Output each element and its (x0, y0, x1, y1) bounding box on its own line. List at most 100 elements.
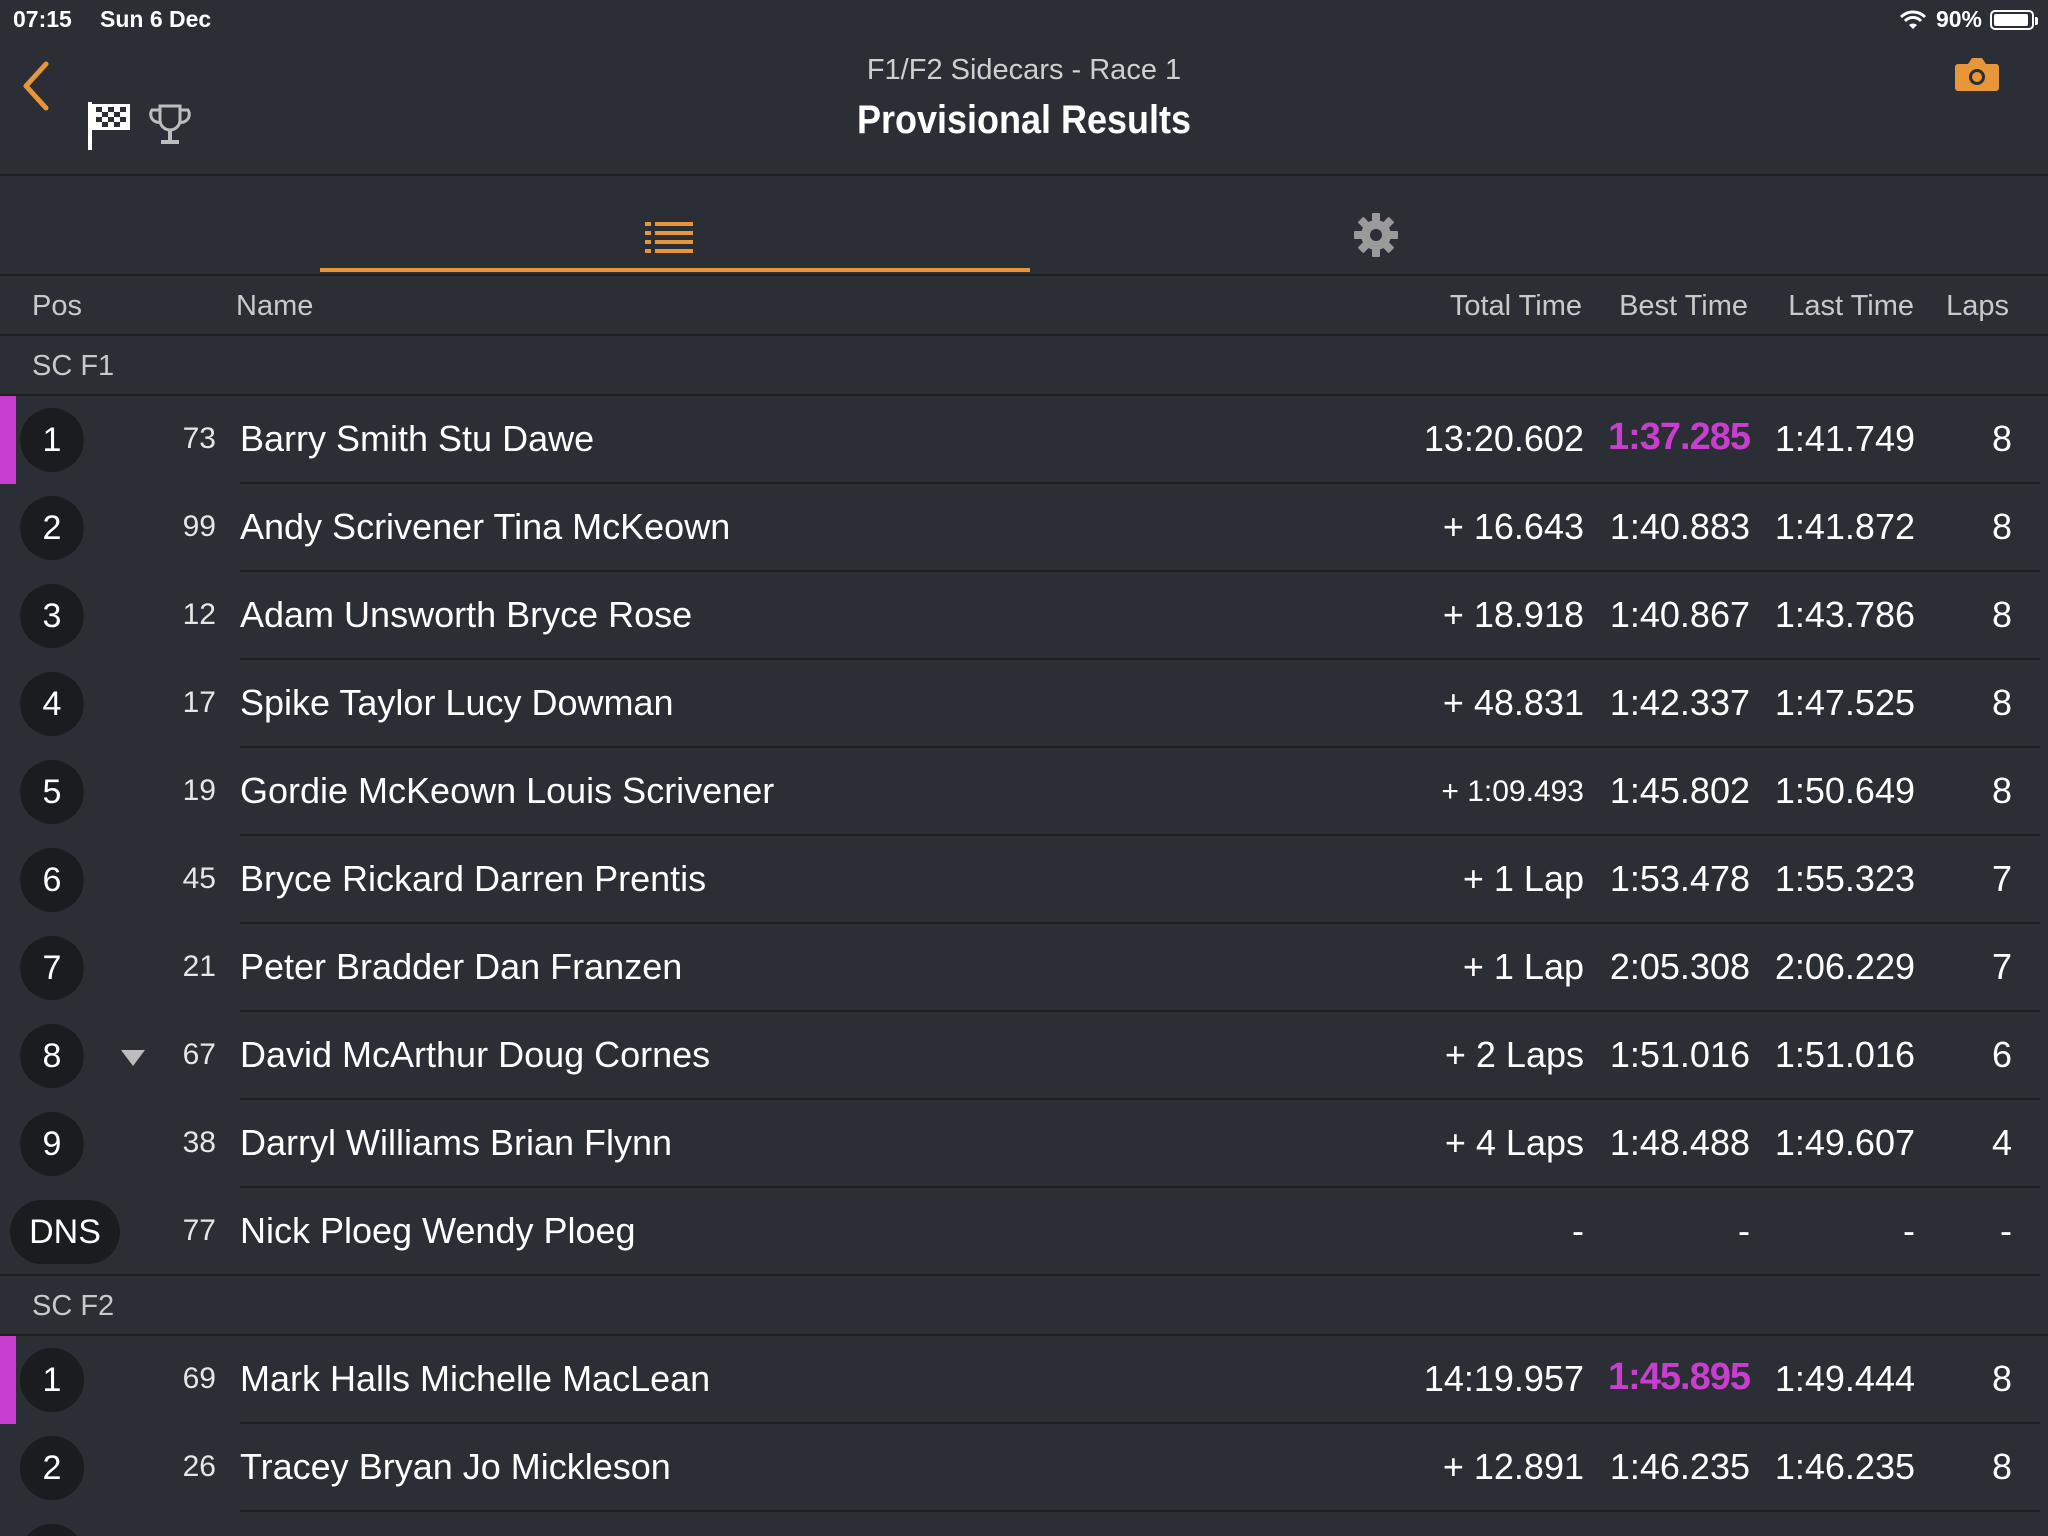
position-badge: 1 (20, 1348, 84, 1412)
car-number: 99 (182, 510, 216, 543)
car-number: 73 (182, 422, 216, 455)
status-date: Sun 6 Dec (100, 6, 212, 32)
last-time: 2:06.229 (1774, 946, 1915, 987)
last-time: - (1903, 1210, 1915, 1251)
col-pos[interactable]: Pos (32, 290, 82, 323)
result-row[interactable] (0, 1512, 2048, 1536)
result-row[interactable]: 4 17 Spike Taylor Lucy Dowman + 48.831 1… (0, 660, 2048, 748)
driver-names: Andy Scrivener Tina McKeown (240, 506, 731, 547)
car-number: 26 (182, 1450, 216, 1483)
laps: - (2000, 1210, 2012, 1251)
group-label: SC F2 (32, 1290, 115, 1322)
column-header: Pos Name Total Time Best Time Last Time … (0, 276, 2048, 336)
driver-names: David McArthur Doug Cornes (240, 1034, 711, 1075)
total-time: + 12.891 (1442, 1446, 1584, 1487)
driver-names: Spike Taylor Lucy Dowman (240, 682, 674, 723)
laps: 6 (1991, 1034, 2012, 1075)
tab-bar (0, 176, 2048, 276)
position-badge: 4 (20, 672, 84, 736)
nav-header: F1/F2 Sidecars - Race 1 Provisional Resu… (0, 40, 2048, 176)
last-time: 1:49.444 (1774, 1358, 1915, 1399)
col-laps[interactable]: Laps (1946, 290, 2009, 323)
total-time: + 1 Lap (1462, 858, 1584, 899)
laps: 8 (1991, 418, 2012, 459)
total-time: + 48.831 (1442, 682, 1584, 723)
group-header-sc-f1: SC F1 (0, 336, 2048, 396)
position-badge: 5 (20, 760, 84, 824)
car-number: 77 (182, 1214, 216, 1247)
car-number: 67 (182, 1038, 216, 1071)
result-row[interactable]: 3 12 Adam Unsworth Bryce Rose + 18.918 1… (0, 572, 2048, 660)
result-row[interactable]: DNS 77 Nick Ploeg Wendy Ploeg - - - - (0, 1188, 2048, 1276)
driver-names: Tracey Bryan Jo Mickleson (240, 1446, 671, 1487)
total-time: + 1 Lap (1462, 946, 1584, 987)
best-time: 1:42.337 (1609, 682, 1750, 723)
result-row[interactable]: 9 38 Darryl Williams Brian Flynn + 4 Lap… (0, 1100, 2048, 1188)
tab-results-list[interactable] (320, 176, 1030, 274)
driver-names: Peter Bradder Dan Franzen (240, 946, 683, 987)
page-title: Provisional Results (856, 98, 1192, 142)
laps: 7 (1991, 858, 2012, 899)
position-badge: 2 (20, 496, 84, 560)
laps: 8 (1991, 682, 2012, 723)
best-time: 1:51.016 (1609, 1034, 1750, 1075)
result-row[interactable]: 7 21 Peter Bradder Dan Franzen + 1 Lap 2… (0, 924, 2048, 1012)
gear-icon (1354, 213, 1398, 257)
battery-percent: 90% (1935, 6, 1982, 32)
col-last-time[interactable]: Last Time (1788, 290, 1914, 323)
best-time: 1:45.895 (1607, 1356, 1751, 1398)
total-time: + 2 Laps (1444, 1034, 1584, 1075)
car-number: 21 (182, 950, 216, 983)
race-subtitle: F1/F2 Sidecars - Race 1 (866, 54, 1182, 86)
last-time: 1:46.235 (1774, 1446, 1915, 1487)
total-time: + 18.918 (1442, 594, 1584, 635)
status-time: 07:15 (13, 6, 72, 32)
total-time: + 1:09.493 (1441, 775, 1584, 808)
tab-settings[interactable] (1310, 176, 1440, 274)
total-time: - (1572, 1210, 1584, 1251)
position-badge: 3 (20, 584, 84, 648)
best-time: 1:45.802 (1609, 770, 1750, 811)
total-time: + 4 Laps (1444, 1122, 1584, 1163)
position-badge: 6 (20, 848, 84, 912)
laps: 8 (1991, 1446, 2012, 1487)
result-row[interactable]: 6 45 Bryce Rickard Darren Prentis + 1 La… (0, 836, 2048, 924)
list-icon (645, 222, 693, 253)
col-name[interactable]: Name (236, 290, 313, 323)
total-time: 13:20.602 (1423, 418, 1584, 459)
laps: 8 (1991, 594, 2012, 635)
position-badge: 7 (20, 936, 84, 1000)
laps: 8 (1991, 770, 2012, 811)
total-time: + 16.643 (1442, 506, 1584, 547)
group-label: SC F1 (32, 350, 115, 382)
laps: 7 (1991, 946, 2012, 987)
position-badge: 2 (20, 1436, 84, 1500)
driver-names: Bryce Rickard Darren Prentis (240, 858, 707, 899)
result-row[interactable]: 1 73 Barry Smith Stu Dawe 13:20.602 1:37… (0, 396, 2048, 484)
last-time: 1:43.786 (1774, 594, 1915, 635)
col-total-time[interactable]: Total Time (1450, 290, 1582, 323)
last-time: 1:41.872 (1774, 506, 1915, 547)
best-time: 1:48.488 (1609, 1122, 1750, 1163)
driver-names: Nick Ploeg Wendy Ploeg (240, 1210, 636, 1251)
best-time: 1:40.883 (1609, 506, 1750, 547)
result-row[interactable]: 8 67 David McArthur Doug Cornes + 2 Laps… (0, 1012, 2048, 1100)
laps: 8 (1991, 506, 2012, 547)
driver-names: Gordie McKeown Louis Scrivener (240, 770, 775, 811)
last-time: 1:41.749 (1774, 418, 1915, 459)
best-time: 1:46.235 (1609, 1446, 1750, 1487)
driver-names: Adam Unsworth Bryce Rose (240, 594, 693, 635)
last-time: 1:49.607 (1774, 1122, 1915, 1163)
result-row[interactable]: 2 26 Tracey Bryan Jo Mickleson + 12.891 … (0, 1424, 2048, 1512)
col-best-time[interactable]: Best Time (1619, 290, 1748, 323)
battery-icon (1990, 9, 2038, 30)
result-row[interactable]: 5 19 Gordie McKeown Louis Scrivener + 1:… (0, 748, 2048, 836)
result-row[interactable]: 2 99 Andy Scrivener Tina McKeown + 16.64… (0, 484, 2048, 572)
camera-icon[interactable] (1954, 54, 2000, 94)
last-time: 1:47.525 (1774, 682, 1915, 723)
status-right: 90% (1898, 6, 2038, 33)
best-time: - (1738, 1210, 1750, 1251)
car-number: 45 (182, 862, 216, 895)
result-row[interactable]: 1 69 Mark Halls Michelle MacLean 14:19.9… (0, 1336, 2048, 1424)
car-number: 12 (182, 598, 216, 631)
